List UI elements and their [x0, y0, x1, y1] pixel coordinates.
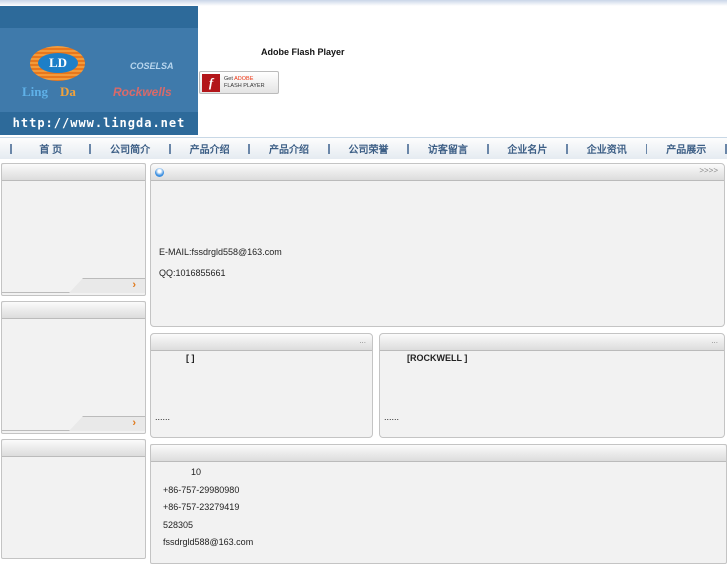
qq-text: QQ:1016855661 — [159, 268, 226, 278]
more-link[interactable]: ... — [711, 336, 718, 345]
globe-icon — [155, 168, 164, 177]
get-flash-player-button[interactable]: f Get ADOBE FLASH PLAYER — [199, 71, 279, 94]
nav-honors[interactable]: 公司荣誉 — [330, 141, 407, 156]
more-button[interactable]: › — [69, 416, 145, 431]
nav-home[interactable]: 首 页 — [12, 141, 89, 156]
coselsa-logo: COSELSA — [130, 61, 174, 71]
site-banner: LD Ling Da COSELSA Rockwells http://www.l… — [0, 6, 198, 135]
site-url: http://www.lingda.net — [12, 116, 186, 130]
email-text: E-MAIL:fssdrgld558@163.com — [159, 247, 282, 257]
contact-panel: 10 +86-757-29980980 +86-757-23279419 528… — [150, 444, 727, 564]
nav-guestbook[interactable]: 访客留言 — [409, 141, 486, 156]
main-nav: 首 页 公司简介 产品介绍 产品介绍 公司荣誉 访客留言 企业名片 企业资讯 产… — [0, 137, 727, 159]
chevron-right-icon: › — [132, 417, 136, 429]
more-link[interactable]: >>>> — [699, 166, 718, 175]
nav-showcase[interactable]: 产品展示 — [647, 141, 724, 156]
nav-about[interactable]: 公司简介 — [91, 141, 168, 156]
nav-products[interactable]: 产品介绍 — [171, 141, 248, 156]
more-button[interactable]: › — [69, 278, 145, 293]
sidebar-box-1: › — [1, 163, 146, 296]
more-link[interactable]: ... — [359, 336, 366, 345]
main-panel: >>>> E-MAIL:fssdrgld558@163.com QQ:10168… — [150, 163, 725, 327]
product-panel-right: ... [ROCKWELL ] ...... — [379, 333, 725, 438]
contact-email: fssdrgld588@163.com — [163, 537, 254, 547]
zip-text: 528305 — [163, 520, 194, 530]
logo-wordmark: Ling Da — [22, 84, 76, 99]
flash-icon: f — [202, 74, 220, 92]
sidebar-box-2: › — [1, 301, 146, 434]
product-panel-left: ... [ ] ...... — [150, 333, 373, 438]
flash-title: Adobe Flash Player — [261, 47, 345, 57]
nav-news[interactable]: 企业资讯 — [568, 141, 645, 156]
phone-text: +86-757-29980980 — [163, 485, 240, 495]
nav-business-card[interactable]: 企业名片 — [489, 141, 566, 156]
rockwells-logo: Rockwells — [113, 85, 172, 99]
fax-text: +86-757-23279419 — [163, 502, 240, 512]
rockwell-link[interactable]: [ROCKWELL ] — [407, 353, 467, 363]
nav-products-2[interactable]: 产品介绍 — [250, 141, 327, 156]
sidebar-box-3 — [1, 439, 146, 559]
ld-logo: LD — [30, 46, 85, 81]
chevron-right-icon: › — [132, 279, 136, 291]
